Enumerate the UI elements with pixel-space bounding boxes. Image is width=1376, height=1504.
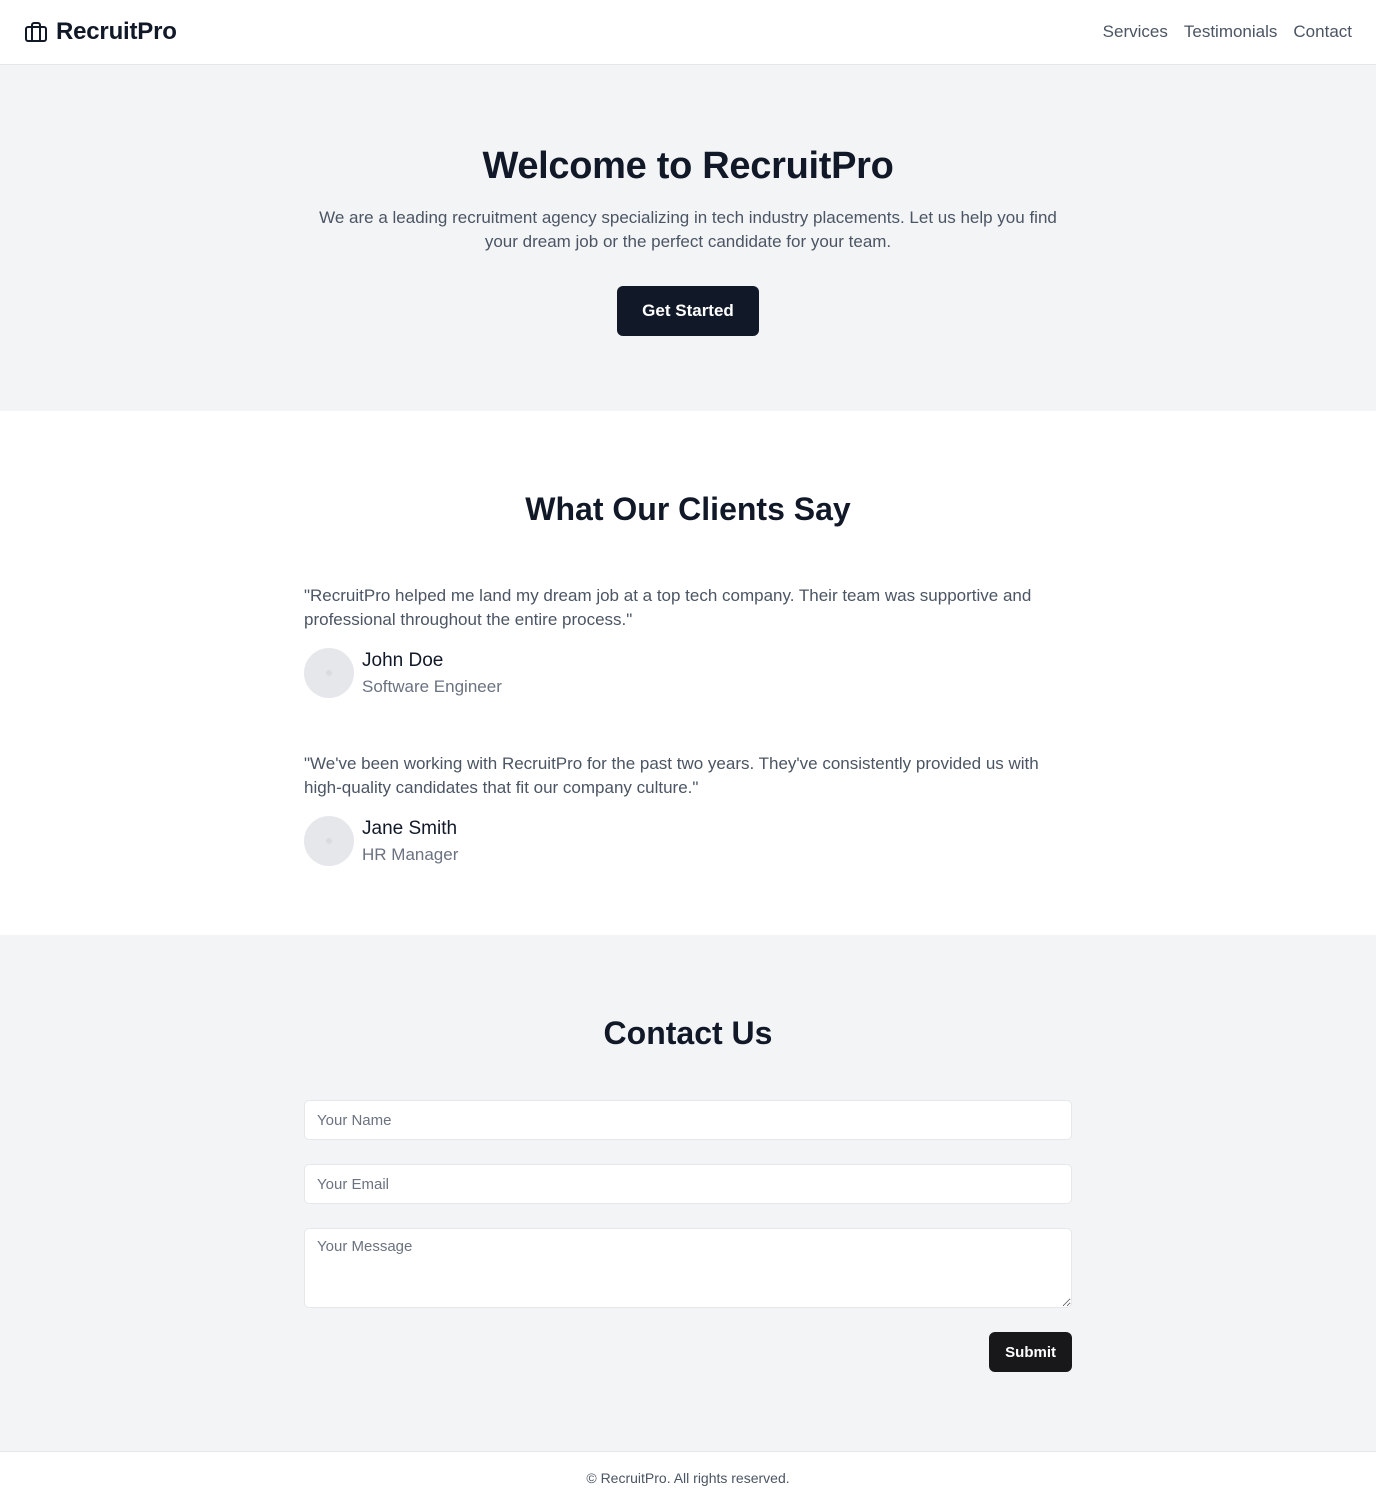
contact-section: Contact Us Submit — [0, 935, 1376, 1451]
testimonial-quote: "RecruitPro helped me land my dream job … — [304, 586, 1032, 629]
author-name: Jane Smith — [362, 817, 458, 839]
brand-name: RecruitPro — [56, 18, 177, 45]
site-footer: © RecruitPro. All rights reserved. — [0, 1451, 1376, 1504]
testimonials-title: What Our Clients Say — [525, 491, 851, 527]
briefcase-icon — [24, 20, 48, 44]
main-nav: Services Testimonials Contact — [1103, 22, 1352, 42]
nav-link-contact[interactable]: Contact — [1293, 22, 1352, 42]
message-textarea[interactable] — [304, 1228, 1072, 1308]
get-started-button[interactable]: Get Started — [617, 286, 759, 336]
testimonial-author: Jane Smith HR Manager — [304, 816, 1072, 866]
avatar — [304, 816, 354, 866]
author-role: Software Engineer — [362, 676, 502, 696]
author-name: John Doe — [362, 649, 444, 671]
nav-link-services[interactable]: Services — [1103, 22, 1168, 42]
testimonial-list: "RecruitPro helped me land my dream job … — [304, 584, 1072, 866]
brand[interactable]: RecruitPro — [24, 18, 177, 46]
hero-subtitle: We are a leading recruitment agency spec… — [319, 208, 1057, 251]
avatar — [304, 648, 354, 698]
contact-title: Contact Us — [603, 1015, 773, 1051]
testimonials-section: What Our Clients Say "RecruitPro helped … — [0, 411, 1376, 935]
contact-form: Submit — [304, 1100, 1072, 1372]
email-input[interactable] — [304, 1164, 1072, 1204]
testimonial-item: "We've been working with RecruitPro for … — [304, 752, 1072, 866]
submit-button[interactable]: Submit — [989, 1332, 1072, 1372]
hero-section: Welcome to RecruitPro We are a leading r… — [0, 65, 1376, 411]
site-header: RecruitPro Services Testimonials Contact — [0, 0, 1376, 65]
nav-link-testimonials[interactable]: Testimonials — [1184, 22, 1278, 42]
hero-title: Welcome to RecruitPro — [482, 145, 894, 187]
form-actions: Submit — [304, 1332, 1072, 1372]
author-role: HR Manager — [362, 844, 459, 864]
name-input[interactable] — [304, 1100, 1072, 1140]
testimonial-author: John Doe Software Engineer — [304, 648, 1072, 698]
footer-copyright: © RecruitPro. All rights reserved. — [586, 1470, 790, 1486]
testimonial-item: "RecruitPro helped me land my dream job … — [304, 584, 1072, 698]
testimonial-quote: "We've been working with RecruitPro for … — [304, 754, 1039, 797]
